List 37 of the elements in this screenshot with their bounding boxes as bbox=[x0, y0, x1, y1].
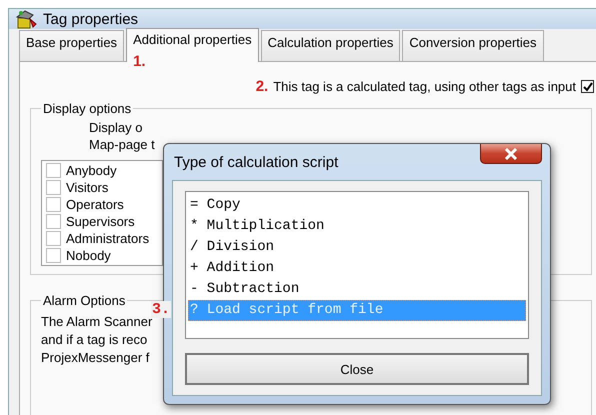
script-type-item[interactable]: / Division bbox=[188, 237, 526, 258]
role-label: Administrators bbox=[66, 231, 150, 246]
role-label: Visitors bbox=[66, 180, 108, 195]
tag-toolbox-icon bbox=[15, 9, 37, 29]
calculated-tag-label: This tag is a calculated tag, using other tags as input bbox=[273, 79, 576, 94]
dialog-title: Type of calculation script bbox=[174, 154, 338, 170]
role-label: Operators bbox=[66, 197, 124, 212]
alarm-description: and if a tag is reco bbox=[41, 332, 148, 347]
annotation-number: 2. bbox=[256, 78, 268, 95]
option-label: Map-page t bbox=[89, 137, 155, 152]
script-type-item[interactable]: - Subtraction bbox=[188, 279, 526, 300]
role-checkbox[interactable] bbox=[46, 197, 61, 212]
close-icon bbox=[504, 148, 518, 160]
alarm-description: The Alarm Scanner bbox=[41, 314, 154, 329]
close-dialog-button[interactable]: Close bbox=[185, 353, 529, 385]
role-checkbox[interactable] bbox=[46, 180, 61, 195]
script-type-item[interactable]: = Copy bbox=[188, 195, 526, 216]
role-label: Anybody bbox=[66, 163, 117, 178]
tab[interactable]: Calculation properties bbox=[260, 30, 400, 61]
tab[interactable]: Base properties bbox=[19, 30, 124, 61]
role-label: Supervisors bbox=[66, 214, 135, 229]
annotation-number: 3. bbox=[151, 301, 172, 318]
role-checkbox[interactable] bbox=[46, 248, 61, 263]
role-checkbox[interactable] bbox=[46, 231, 61, 246]
role-label: Nobody bbox=[66, 248, 111, 263]
window-title: Tag properties bbox=[43, 10, 138, 28]
group-title: Alarm Options bbox=[42, 293, 126, 308]
option-label: Display o bbox=[89, 120, 142, 135]
close-button[interactable] bbox=[480, 144, 542, 164]
role-checkbox[interactable] bbox=[46, 214, 61, 229]
script-type-item[interactable]: * Multiplication bbox=[188, 216, 526, 237]
role-checkbox[interactable] bbox=[46, 163, 61, 178]
alarm-description: ProjexMessenger f bbox=[41, 350, 150, 365]
script-type-item[interactable]: + Addition bbox=[188, 258, 526, 279]
tab[interactable]: Conversion properties bbox=[402, 30, 544, 61]
calculated-checkbox[interactable] bbox=[581, 80, 594, 93]
group-title: Display options bbox=[42, 101, 132, 116]
